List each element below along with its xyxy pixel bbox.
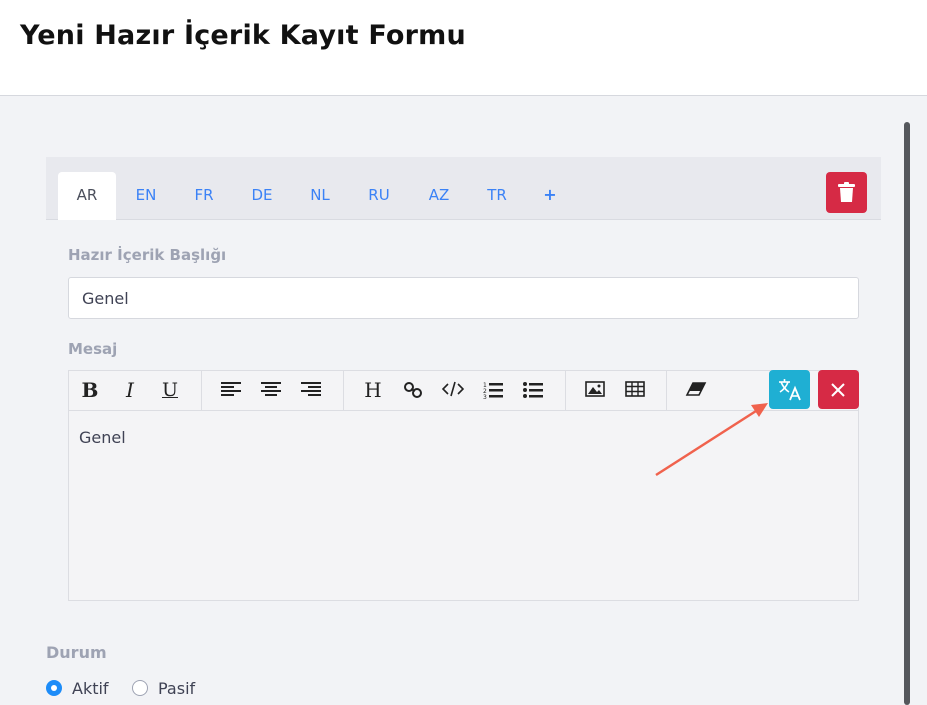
toolbar-group-insert: H 1 2 3 [343,371,566,410]
ordered-list-icon: 1 2 3 [483,382,503,399]
align-center-button[interactable] [258,378,284,402]
message-field-label: Mesaj [68,340,118,358]
align-right-icon [301,382,321,396]
status-label: Durum [46,643,107,662]
image-icon [585,381,605,397]
code-button[interactable] [440,378,466,402]
status-option-pasif-label: Pasif [158,679,196,698]
svg-text:3: 3 [483,394,487,399]
tab-fr[interactable]: FR [175,172,233,220]
tab-ar[interactable]: AR [58,172,116,220]
vertical-scrollbar[interactable] [904,122,910,705]
editor-toolbar: B I U H 1 2 3 [69,370,859,411]
align-center-icon [261,382,281,396]
bold-button[interactable]: B [77,378,103,402]
close-editor-button[interactable] [818,370,859,409]
tab-en[interactable]: EN [117,172,175,220]
language-tab-bar: AR EN FR DE NL RU AZ TR + [46,157,881,220]
status-radio-pasif[interactable] [132,680,148,696]
add-language-tab[interactable]: + [521,172,579,220]
code-icon [442,381,464,397]
page-header: Yeni Hazır İçerik Kayıt Formu [0,0,927,96]
underline-button[interactable]: U [157,378,183,402]
page-title: Yeni Hazır İçerik Kayıt Formu [20,20,466,51]
language-form-card: AR EN FR DE NL RU AZ TR + Hazır İçerik B… [46,157,881,617]
table-icon [625,381,645,397]
toolbar-group-align [201,371,344,410]
link-icon [404,382,422,398]
title-field-label: Hazır İçerik Başlığı [68,246,227,264]
title-input[interactable] [68,277,859,319]
ordered-list-button[interactable]: 1 2 3 [480,378,506,402]
tab-az[interactable]: AZ [410,172,468,220]
tab-ru[interactable]: RU [350,172,408,220]
translate-button[interactable] [769,370,810,409]
tab-nl[interactable]: NL [291,172,349,220]
editor-content[interactable]: Genel [69,411,858,600]
status-radio-aktif[interactable] [46,680,62,696]
rich-text-editor: B I U H 1 2 3 Genel [68,370,859,601]
bullet-list-icon [523,382,543,398]
table-button[interactable] [622,378,648,402]
toolbar-group-font-style: B I U [69,371,202,410]
tab-tr[interactable]: TR [468,172,526,220]
tab-de[interactable]: DE [233,172,291,220]
align-right-button[interactable] [298,378,324,402]
eraser-icon [685,382,707,396]
close-icon [831,383,845,397]
image-button[interactable] [582,378,608,402]
status-option-aktif-label: Aktif [72,679,109,698]
bullet-list-button[interactable] [520,378,546,402]
trash-icon [838,182,855,202]
clear-format-button[interactable] [683,378,709,402]
toolbar-group-media [565,371,667,410]
link-button[interactable] [400,378,426,402]
translate-icon [779,379,801,401]
align-left-button[interactable] [218,378,244,402]
italic-button[interactable]: I [117,378,143,402]
delete-button[interactable] [826,172,867,213]
align-left-icon [221,382,241,396]
heading-button[interactable]: H [360,378,386,402]
